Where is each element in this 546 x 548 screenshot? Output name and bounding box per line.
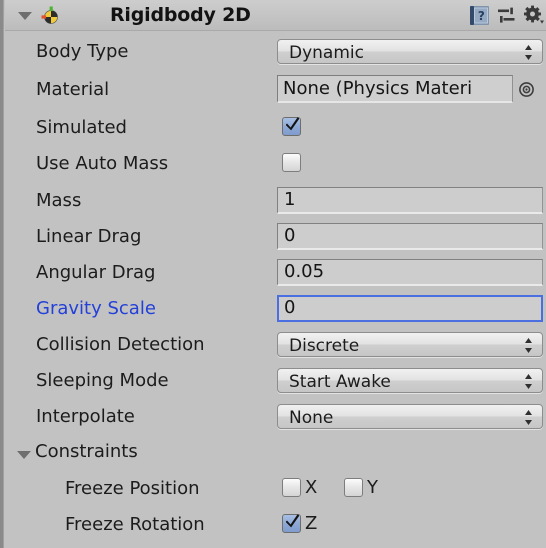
freeze-position-x-checkbox[interactable] <box>282 478 301 497</box>
interpolate-dropdown[interactable]: None <box>277 404 543 429</box>
gear-dropdown-icon[interactable] <box>523 5 545 26</box>
material-object-field[interactable]: None (Physics Materi <box>277 75 513 103</box>
constraints-foldout-row[interactable]: Constraints <box>5 435 546 471</box>
field-row-interpolate: Interpolate None <box>5 399 546 435</box>
sleeping-mode-dropdown[interactable]: Start Awake <box>277 368 543 393</box>
component-header[interactable]: Rigidbody 2D ? <box>5 0 546 31</box>
angular-drag-label: Angular Drag <box>36 262 156 283</box>
chevron-updown-icon <box>525 410 532 425</box>
field-row-body-type: Body Type Dynamic <box>5 34 546 70</box>
field-row-gravity-scale: Gravity Scale 0 <box>5 291 546 327</box>
preset-sliders-icon[interactable] <box>497 7 516 25</box>
angular-drag-input[interactable]: 0.05 <box>277 259 543 286</box>
use-auto-mass-checkbox[interactable] <box>282 153 301 172</box>
help-book-icon[interactable]: ? <box>469 5 490 26</box>
freeze-rotation-z-axis-label: Z <box>305 513 318 534</box>
sleeping-mode-label: Sleeping Mode <box>36 370 169 391</box>
freeze-rotation-z-checkbox[interactable] <box>282 514 301 533</box>
collision-detection-label: Collision Detection <box>36 334 205 355</box>
constraints-label: Constraints <box>35 441 138 462</box>
simulated-checkbox[interactable] <box>282 117 301 136</box>
simulated-label: Simulated <box>36 117 127 138</box>
body-type-dropdown[interactable]: Dynamic <box>277 39 543 64</box>
interpolate-value: None <box>289 408 334 428</box>
object-picker-icon[interactable] <box>519 82 534 97</box>
chevron-updown-icon <box>525 338 532 353</box>
field-row-linear-drag: Linear Drag 0 <box>5 219 546 255</box>
material-value: None (Physics Materi <box>283 78 473 99</box>
component-foldout-arrow-icon[interactable] <box>18 12 32 20</box>
panel-left-edge <box>0 0 4 548</box>
freeze-position-x-axis-label: X <box>305 477 318 498</box>
svg-text:?: ? <box>478 9 485 23</box>
page-title: Rigidbody 2D <box>110 4 251 26</box>
constraints-foldout-arrow-icon[interactable] <box>17 451 31 459</box>
field-row-collision-detection: Collision Detection Discrete <box>5 327 546 363</box>
field-row-mass: Mass 1 <box>5 183 546 219</box>
interpolate-label: Interpolate <box>36 406 135 427</box>
chevron-updown-icon <box>525 45 532 60</box>
body-type-value: Dynamic <box>289 43 364 63</box>
checkmark-icon <box>286 514 299 528</box>
gravity-scale-input[interactable]: 0 <box>277 295 543 322</box>
sleeping-mode-value: Start Awake <box>289 372 391 392</box>
freeze-rotation-label: Freeze Rotation <box>65 514 205 535</box>
linear-drag-label: Linear Drag <box>36 226 142 247</box>
mass-label: Mass <box>36 190 82 211</box>
checkmark-icon <box>286 117 299 131</box>
field-row-use-auto-mass: Use Auto Mass <box>5 146 546 182</box>
field-row-material: Material None (Physics Materi <box>5 72 546 108</box>
field-row-angular-drag: Angular Drag 0.05 <box>5 255 546 291</box>
field-row-freeze-position: Freeze Position X Y <box>5 471 546 507</box>
rigidbody2d-inspector-panel: Rigidbody 2D ? Body Type Dynamic Materia… <box>0 0 546 548</box>
use-auto-mass-label: Use Auto Mass <box>36 153 169 174</box>
collision-detection-dropdown[interactable]: Discrete <box>277 332 543 357</box>
linear-drag-value: 0 <box>284 225 296 246</box>
material-label: Material <box>36 79 110 100</box>
freeze-position-y-axis-label: Y <box>367 477 378 498</box>
field-row-freeze-rotation: Freeze Rotation Z <box>5 507 546 543</box>
angular-drag-value: 0.05 <box>284 261 325 282</box>
freeze-position-y-checkbox[interactable] <box>344 478 363 497</box>
linear-drag-input[interactable]: 0 <box>277 223 543 250</box>
collision-detection-value: Discrete <box>289 336 360 356</box>
body-type-label: Body Type <box>36 41 129 62</box>
gravity-scale-value: 0 <box>284 297 296 318</box>
chevron-updown-icon <box>525 374 532 389</box>
gravity-scale-label: Gravity Scale <box>36 298 156 319</box>
freeze-position-label: Freeze Position <box>65 478 200 499</box>
field-row-sleeping-mode: Sleeping Mode Start Awake <box>5 363 546 399</box>
mass-input[interactable]: 1 <box>277 187 543 214</box>
field-row-simulated: Simulated <box>5 110 546 146</box>
mass-value: 1 <box>284 189 296 210</box>
rigidbody2d-icon <box>41 6 58 24</box>
